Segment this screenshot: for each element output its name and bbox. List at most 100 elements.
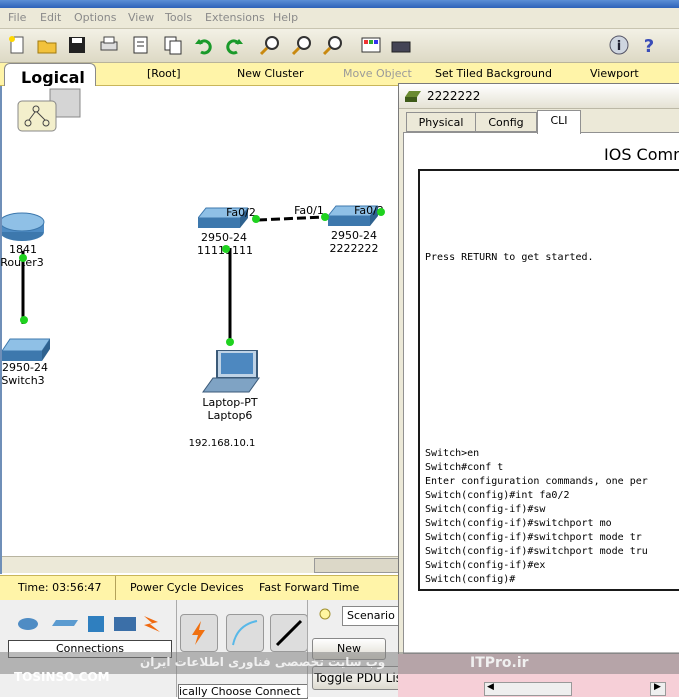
lightbulb-icon <box>319 608 331 620</box>
set-tiled-background-button[interactable]: Set Tiled Background <box>435 67 552 80</box>
logical-tab-label: Logical <box>21 68 85 87</box>
bottom-scrollbar[interactable]: ◀ <box>484 682 572 696</box>
scenario-select[interactable]: Scenario <box>342 606 402 626</box>
device-category-icons <box>18 616 160 632</box>
link-status-dot <box>321 213 329 221</box>
link-status-dot <box>20 316 28 324</box>
lightning-icon <box>192 621 205 645</box>
help-icon[interactable]: ? <box>638 34 660 56</box>
wireless-category-icon[interactable] <box>114 617 136 631</box>
menu-tools[interactable]: Tools <box>165 11 192 24</box>
redo-icon[interactable] <box>223 34 245 56</box>
switch3-model: 2950-24 <box>2 361 48 374</box>
device-config-window: 2222222 Physical Config CLI IOS Comm Pre… <box>398 83 679 655</box>
zoom-reset-icon[interactable] <box>291 34 313 56</box>
print-icon[interactable] <box>98 34 120 56</box>
terminal-line: Switch(config)#int fa0/2 <box>425 490 570 501</box>
ios-command-line-heading: IOS Comm <box>604 145 679 164</box>
scrollbar-thumb[interactable] <box>314 558 400 573</box>
window-title-strip <box>0 0 679 8</box>
laptop6-ip-note: 192.168.10.1 <box>188 438 256 449</box>
terminal-line: Switch(config-if)#switchport mo <box>425 518 612 529</box>
router-icon[interactable] <box>2 210 46 242</box>
workspace-horizontal-scrollbar[interactable] <box>2 556 400 573</box>
connections-category-icon[interactable] <box>144 616 160 632</box>
scenario-select-value: Scenario <box>347 609 395 622</box>
menu-extensions[interactable]: Extensions <box>205 11 265 24</box>
menu-options[interactable]: Options <box>74 11 116 24</box>
realtime-status-bar: Time: 03:56:47 Power Cycle Devices Fast … <box>0 575 400 601</box>
menu-bar: File Edit Options View Tools Extensions … <box>0 8 679 29</box>
terminal-line: Switch(config)# <box>425 574 516 585</box>
undo-icon[interactable] <box>193 34 215 56</box>
menu-help[interactable]: Help <box>273 11 298 24</box>
tab-cli[interactable]: CLI <box>537 110 581 134</box>
fast-forward-time-button[interactable]: Fast Forward Time <box>259 581 359 594</box>
terminal-line: Switch(config-if)#ex <box>425 560 546 571</box>
switch-b-model: 2950-24 <box>331 229 377 242</box>
link-status-dot <box>222 245 230 253</box>
console-cable-button[interactable] <box>226 614 264 652</box>
scroll-left-arrow-icon[interactable]: ◀ <box>487 682 494 692</box>
terminal-line: Switch#conf t <box>425 462 504 473</box>
straight-cable-icon <box>275 619 303 647</box>
watermark-persian-text: وب سایت تخصصی فناوری اطلاعات ایران <box>140 655 386 669</box>
palette-icon[interactable] <box>360 34 382 56</box>
open-folder-icon[interactable] <box>36 34 58 56</box>
new-file-icon[interactable] <box>6 34 28 56</box>
device-window-titlebar[interactable]: 2222222 <box>399 84 679 109</box>
root-link[interactable]: [Root] <box>147 67 181 80</box>
copy-icon[interactable] <box>162 34 184 56</box>
device-window-title: 2222222 <box>427 89 481 103</box>
link-status-dot <box>252 215 260 223</box>
switch-b-name: 2222222 <box>329 242 379 255</box>
laptop6-name: Laptop6 <box>207 409 253 422</box>
switch-a-model: 2950-24 <box>201 231 247 244</box>
straight-through-cable-button[interactable] <box>270 614 308 652</box>
menu-file[interactable]: File <box>8 11 26 24</box>
terminal-line: Switch(config-if)#sw <box>425 504 546 515</box>
link-status-dot <box>226 338 234 346</box>
device-dialog-icon[interactable] <box>390 34 412 56</box>
new-cluster-button[interactable]: New Cluster <box>237 67 304 80</box>
terminal-line: Press RETURN to get started. <box>425 252 594 263</box>
switch-icon[interactable] <box>2 337 50 363</box>
svg-text:i: i <box>617 39 621 54</box>
watermark-band: وب سایت تخصصی فناوری اطلاعات ایران ITPro… <box>0 652 679 684</box>
scroll-right-button[interactable]: ▶ <box>650 682 666 696</box>
menu-view[interactable]: View <box>128 11 154 24</box>
link-lines <box>21 215 326 344</box>
switch-category-icon[interactable] <box>52 620 78 626</box>
link-trunk-switches[interactable] <box>257 215 326 222</box>
cli-terminal[interactable]: Press RETURN to get started. Switch>en S… <box>418 169 679 591</box>
console-cable-icon <box>232 620 258 646</box>
router-category-icon[interactable] <box>18 618 38 630</box>
tab-physical[interactable]: Physical <box>406 112 476 132</box>
svg-text:?: ? <box>644 36 654 56</box>
auto-connection-button[interactable] <box>180 614 218 652</box>
move-object-button: Move Object <box>343 67 412 80</box>
hub-category-icon[interactable] <box>88 616 104 632</box>
laptop-icon[interactable] <box>201 350 261 394</box>
logical-workspace-canvas[interactable]: 1841 Router3 2950-24 Switch3 Fa0/2 2950-… <box>0 86 402 574</box>
viewport-button[interactable]: Viewport <box>590 67 639 80</box>
panel-divider <box>176 600 177 697</box>
power-cycle-devices-button[interactable]: Power Cycle Devices <box>130 581 244 594</box>
terminal-line: Enter configuration commands, one per <box>425 476 648 487</box>
switch3-name: Switch3 <box>1 374 45 387</box>
tab-config[interactable]: Config <box>475 112 537 132</box>
info-icon[interactable]: i <box>608 34 630 56</box>
save-icon[interactable] <box>66 34 88 56</box>
zoom-out-icon[interactable] <box>322 34 344 56</box>
activity-wizard-icon[interactable] <box>130 34 152 56</box>
panel-divider <box>307 600 308 697</box>
watermark-tosinso: TOSINSO.COM <box>14 670 110 684</box>
link-status-dot <box>377 208 385 216</box>
terminal-line: Switch>en <box>425 448 480 459</box>
menu-edit[interactable]: Edit <box>40 11 61 24</box>
terminal-line: Switch(config-if)#switchport mode tr <box>425 532 642 543</box>
link-status-dot <box>19 254 27 262</box>
zoom-in-icon[interactable] <box>259 34 281 56</box>
laptop6-model: Laptop-PT <box>202 396 258 409</box>
watermark-site: ITPro.ir <box>470 655 529 671</box>
